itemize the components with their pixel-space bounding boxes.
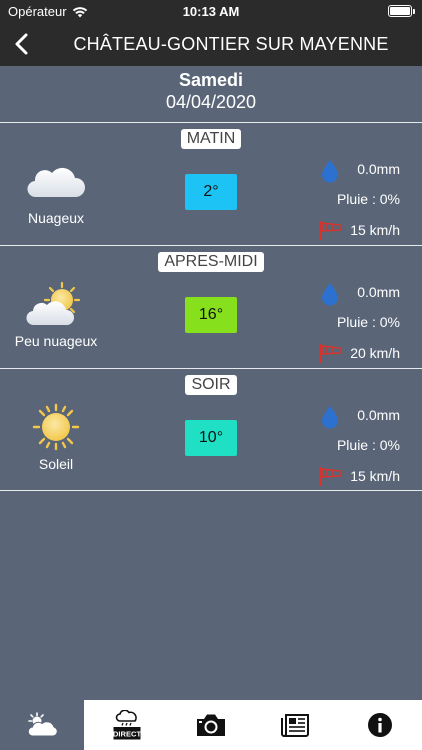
rain-probability: Pluie : 0% — [336, 314, 400, 330]
period-label: SOIR — [185, 375, 237, 395]
page-title: CHÂTEAU-GONTIER SUR MAYENNE — [73, 34, 389, 54]
period-evening: SOIR Soleil 10° 0.0mm Pluie : 0% 15 km/h — [0, 368, 422, 491]
period-label: APRES-MIDI — [158, 252, 264, 272]
temperature-box: 10° — [185, 420, 237, 456]
rain-drop-icon — [322, 283, 338, 306]
weather-icon — [27, 712, 58, 737]
tab-news[interactable] — [253, 700, 337, 750]
date-header: Samedi 04/04/2020 — [0, 66, 422, 122]
status-bar: Opérateur 10:13 AM — [0, 0, 422, 22]
rain-drop-icon — [322, 406, 338, 429]
period-morning: MATIN Nuageux 2° 0.0mm Pluie : 0% 15 km/… — [0, 122, 422, 245]
condition-label: Nuageux — [27, 210, 85, 226]
wind-sock-icon — [320, 467, 341, 486]
rain-amount: 0.0mm — [357, 407, 400, 423]
info-icon — [367, 713, 392, 737]
wind-speed: 15 km/h — [350, 222, 400, 238]
tab-weather[interactable] — [0, 700, 85, 750]
wind-sock-icon — [320, 221, 341, 240]
wind-speed: 15 km/h — [350, 468, 400, 484]
date-day: Samedi — [178, 70, 244, 90]
date-value: 04/04/2020 — [165, 92, 257, 112]
tab-direct[interactable]: DIRECT — [84, 700, 168, 750]
news-icon — [281, 714, 310, 737]
temperature-box: 2° — [185, 174, 237, 210]
condition-label: Soleil — [38, 456, 74, 472]
condition-label: Peu nuageux — [14, 333, 98, 349]
camera-icon — [197, 714, 226, 736]
partly-cloudy-icon — [26, 282, 81, 326]
back-chevron-icon[interactable] — [10, 30, 36, 58]
direct-label: DIRECT — [113, 729, 141, 738]
battery-icon — [388, 5, 415, 17]
cloud-icon — [27, 167, 86, 198]
rain-amount: 0.0mm — [357, 161, 400, 177]
sun-icon — [32, 403, 80, 451]
navigation-bar: CHÂTEAU-GONTIER SUR MAYENNE — [0, 22, 422, 66]
rain-amount: 0.0mm — [357, 284, 400, 300]
rain-probability: Pluie : 0% — [336, 437, 400, 453]
period-afternoon: APRES-MIDI Peu nuageux 16° 0.0mm Pluie :… — [0, 245, 422, 368]
rain-drop-icon — [322, 160, 338, 183]
period-label: MATIN — [180, 129, 242, 149]
tab-bar: DIRECT — [0, 700, 422, 750]
status-time: 10:13 AM — [182, 4, 240, 19]
rain-probability: Pluie : 0% — [336, 191, 400, 207]
direct-icon: DIRECT — [113, 710, 141, 740]
wind-sock-icon — [320, 344, 341, 363]
tab-info[interactable] — [338, 700, 422, 750]
temperature-box: 16° — [185, 297, 237, 333]
tab-camera[interactable] — [169, 700, 253, 750]
wind-speed: 20 km/h — [350, 345, 400, 361]
